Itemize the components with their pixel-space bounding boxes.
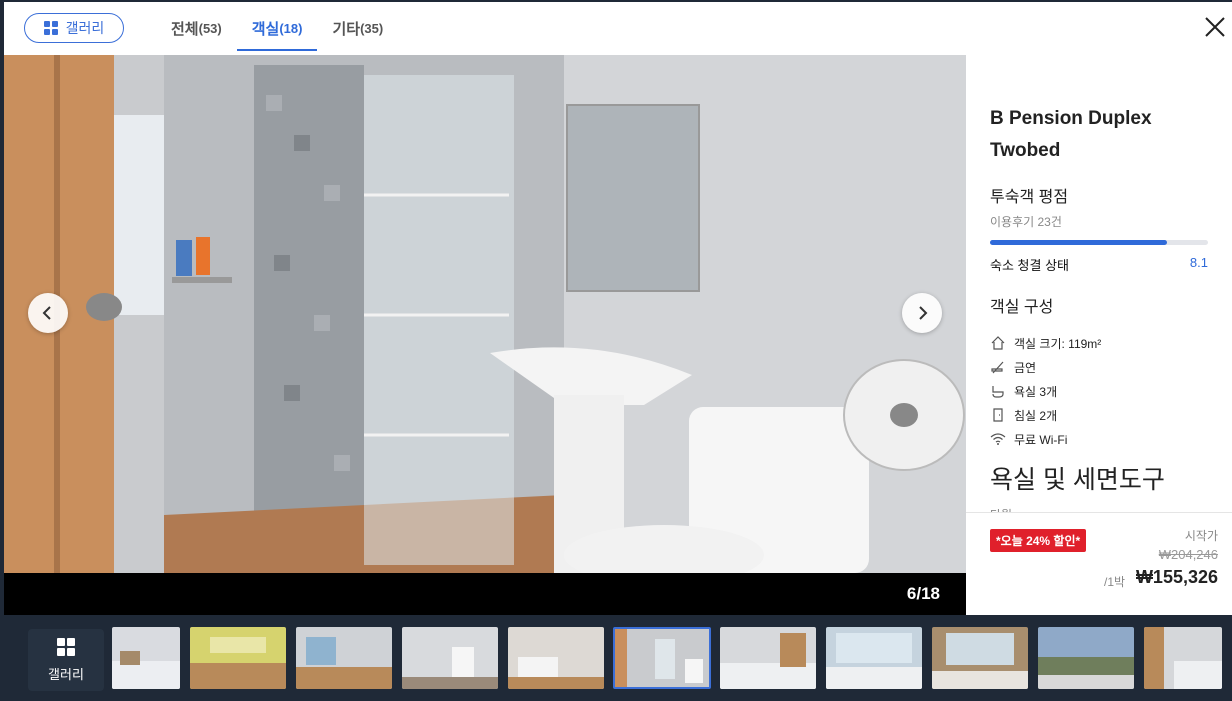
feature-bedrooms: 침실 2개 <box>990 403 1101 427</box>
photo-thumbnail[interactable] <box>932 627 1028 689</box>
feature-room-size: 객실 크기: 119m² <box>990 331 1101 355</box>
door-icon <box>993 408 1003 422</box>
photo-thumbnail[interactable] <box>112 627 180 689</box>
feature-label: 금연 <box>1014 360 1037 375</box>
tab-other-label: 기타 <box>332 21 361 38</box>
photo-thumbnail[interactable] <box>402 627 498 689</box>
gallery-button[interactable]: 갤러리 <box>24 13 124 43</box>
photo-thumbnail[interactable] <box>1144 627 1222 689</box>
photo-thumbnail[interactable] <box>1038 627 1134 689</box>
tab-other[interactable]: 기타 (35) <box>317 2 398 55</box>
chevron-right-icon <box>919 306 928 320</box>
main-photo <box>4 55 966 573</box>
feature-label: 객실 크기: 119m² <box>1014 336 1102 351</box>
room-feature-list: 객실 크기: 119m² 금연 욕실 3개 침실 2개 무료 Wi-Fi <box>990 331 1101 451</box>
next-photo-button[interactable] <box>902 293 942 333</box>
photo-counter: 6/18 <box>906 584 940 603</box>
close-button[interactable] <box>1202 14 1228 40</box>
tab-all[interactable]: 전체 (53) <box>156 2 237 55</box>
tab-all-count: (53) <box>198 21 222 36</box>
start-price-label: 시작가 <box>1184 529 1218 543</box>
grid-icon <box>57 637 75 656</box>
house-icon <box>991 336 1005 350</box>
final-price: ₩155,326 <box>1135 567 1218 587</box>
rating-title: 투숙객 평점 <box>990 189 1069 206</box>
tab-room-count: (18) <box>279 21 303 36</box>
photo-thumbnail[interactable] <box>508 627 604 689</box>
strip-gallery-label: 갤러리 <box>48 666 84 682</box>
close-icon <box>1205 17 1225 37</box>
previous-photo-button[interactable] <box>28 293 68 333</box>
photo-thumbnail[interactable] <box>720 627 816 689</box>
discount-badge: *오늘 24% 할인* <box>990 529 1087 552</box>
price-box: *오늘 24% 할인* 시작가 ₩204,246 /1박 ₩155,326 <box>966 512 1232 615</box>
photo-thumbnail[interactable] <box>190 627 286 689</box>
feature-label: 침실 2개 <box>1014 408 1058 423</box>
clean-score-row: 숙소 청결 상태 8.1 <box>990 255 1208 274</box>
bath-icon <box>992 386 1004 398</box>
photo-thumbnail[interactable] <box>826 627 922 689</box>
room-title: B Pension Duplex Twobed <box>990 108 1152 161</box>
no-smoking-icon <box>991 361 1004 374</box>
photo-viewer: 6/18 <box>4 55 966 615</box>
thumbnail-strip: 갤러리 <box>0 615 1232 701</box>
tab-room[interactable]: 객실 (18) <box>236 2 318 55</box>
photo-thumbnail-active[interactable] <box>613 627 711 689</box>
tab-room-label: 객실 <box>251 21 280 38</box>
clean-label: 숙소 청결 상태 <box>990 258 1069 273</box>
clean-score-bar-fill <box>990 240 1167 245</box>
feature-no-smoking: 금연 <box>990 355 1101 379</box>
feature-bathrooms: 욕실 3개 <box>990 379 1101 403</box>
room-info-panel: B Pension Duplex Twobed 투숙객 평점 이용후기 23건 … <box>966 55 1232 615</box>
tab-all-label: 전체 <box>171 21 199 38</box>
feature-label: 무료 Wi-Fi <box>1014 432 1068 447</box>
strip-gallery-button[interactable]: 갤러리 <box>28 629 104 691</box>
category-tabs: 전체 (53) 객실 (18) 기타 (35) <box>156 2 398 55</box>
photo-thumbnail[interactable] <box>296 627 392 689</box>
per-night-label: /1박 <box>1104 575 1126 589</box>
gallery-header: 갤러리 전체 (53) 객실 (18) 기타 (35) <box>4 2 1232 55</box>
tab-other-count: (35) <box>360 21 384 36</box>
clean-score: 8.1 <box>1189 255 1208 270</box>
clean-score-bar <box>990 240 1208 245</box>
original-price: ₩204,246 <box>1158 547 1218 562</box>
feature-wifi: 무료 Wi-Fi <box>990 427 1101 451</box>
feature-label: 욕실 3개 <box>1014 384 1058 399</box>
room-config-title: 객실 구성 <box>990 299 1054 316</box>
grid-icon <box>43 21 58 35</box>
amenity-title: 욕실 및 세면도구 <box>990 466 1165 494</box>
review-count[interactable]: 이용후기 23건 <box>990 213 1062 230</box>
gallery-button-label: 갤러리 <box>65 20 105 36</box>
chevron-left-icon <box>42 306 51 320</box>
wifi-icon <box>990 433 1006 445</box>
